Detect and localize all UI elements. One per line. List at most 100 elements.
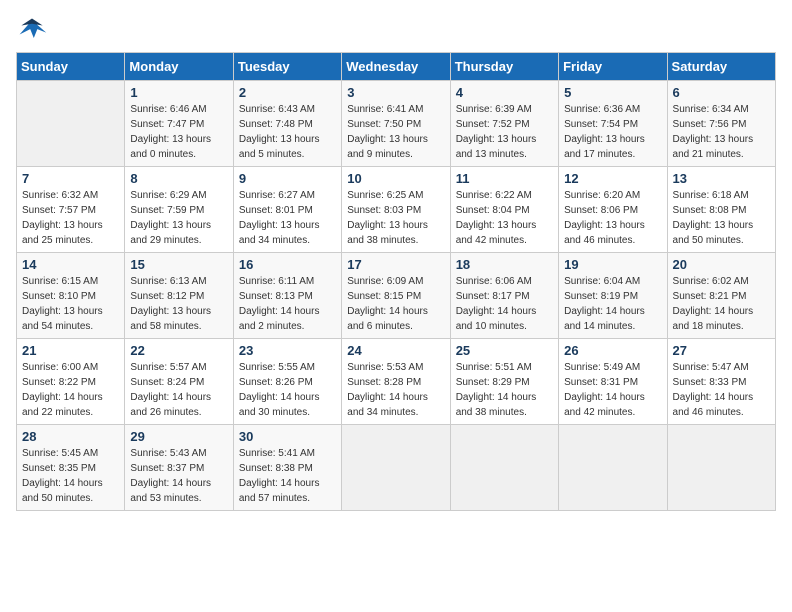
day-info: Sunrise: 5:53 AM Sunset: 8:28 PM Dayligh… (347, 360, 444, 420)
day-number: 30 (239, 429, 336, 444)
calendar-cell: 6 Sunrise: 6:34 AM Sunset: 7:56 PM Dayli… (667, 81, 775, 167)
day-number: 16 (239, 257, 336, 272)
day-info: Sunrise: 6:39 AM Sunset: 7:52 PM Dayligh… (456, 102, 553, 162)
week-row-2: 7 Sunrise: 6:32 AM Sunset: 7:57 PM Dayli… (17, 167, 776, 253)
logo (16, 16, 52, 44)
calendar-cell: 12 Sunrise: 6:20 AM Sunset: 8:06 PM Dayl… (559, 167, 667, 253)
day-number: 23 (239, 343, 336, 358)
day-info: Sunrise: 6:43 AM Sunset: 7:48 PM Dayligh… (239, 102, 336, 162)
dow-header-thursday: Thursday (450, 53, 558, 81)
week-row-1: 1 Sunrise: 6:46 AM Sunset: 7:47 PM Dayli… (17, 81, 776, 167)
day-info: Sunrise: 6:25 AM Sunset: 8:03 PM Dayligh… (347, 188, 444, 248)
calendar-cell: 7 Sunrise: 6:32 AM Sunset: 7:57 PM Dayli… (17, 167, 125, 253)
day-info: Sunrise: 6:04 AM Sunset: 8:19 PM Dayligh… (564, 274, 661, 334)
day-number: 8 (130, 171, 227, 186)
day-number: 4 (456, 85, 553, 100)
day-number: 24 (347, 343, 444, 358)
calendar-cell (450, 425, 558, 511)
day-info: Sunrise: 5:55 AM Sunset: 8:26 PM Dayligh… (239, 360, 336, 420)
calendar-cell: 1 Sunrise: 6:46 AM Sunset: 7:47 PM Dayli… (125, 81, 233, 167)
day-info: Sunrise: 6:46 AM Sunset: 7:47 PM Dayligh… (130, 102, 227, 162)
day-info: Sunrise: 6:15 AM Sunset: 8:10 PM Dayligh… (22, 274, 119, 334)
calendar-cell (667, 425, 775, 511)
day-number: 9 (239, 171, 336, 186)
day-number: 17 (347, 257, 444, 272)
day-number: 1 (130, 85, 227, 100)
calendar-cell: 20 Sunrise: 6:02 AM Sunset: 8:21 PM Dayl… (667, 253, 775, 339)
day-number: 22 (130, 343, 227, 358)
calendar-cell: 27 Sunrise: 5:47 AM Sunset: 8:33 PM Dayl… (667, 339, 775, 425)
day-info: Sunrise: 5:45 AM Sunset: 8:35 PM Dayligh… (22, 446, 119, 506)
day-number: 25 (456, 343, 553, 358)
day-info: Sunrise: 6:20 AM Sunset: 8:06 PM Dayligh… (564, 188, 661, 248)
day-info: Sunrise: 6:02 AM Sunset: 8:21 PM Dayligh… (673, 274, 770, 334)
day-info: Sunrise: 5:49 AM Sunset: 8:31 PM Dayligh… (564, 360, 661, 420)
calendar-cell: 18 Sunrise: 6:06 AM Sunset: 8:17 PM Dayl… (450, 253, 558, 339)
day-info: Sunrise: 6:11 AM Sunset: 8:13 PM Dayligh… (239, 274, 336, 334)
calendar-cell: 23 Sunrise: 5:55 AM Sunset: 8:26 PM Dayl… (233, 339, 341, 425)
day-number: 13 (673, 171, 770, 186)
day-number: 15 (130, 257, 227, 272)
dow-header-monday: Monday (125, 53, 233, 81)
calendar-cell: 9 Sunrise: 6:27 AM Sunset: 8:01 PM Dayli… (233, 167, 341, 253)
calendar-table: SundayMondayTuesdayWednesdayThursdayFrid… (16, 52, 776, 511)
dow-header-tuesday: Tuesday (233, 53, 341, 81)
day-info: Sunrise: 6:22 AM Sunset: 8:04 PM Dayligh… (456, 188, 553, 248)
calendar-cell: 22 Sunrise: 5:57 AM Sunset: 8:24 PM Dayl… (125, 339, 233, 425)
day-number: 2 (239, 85, 336, 100)
calendar-cell: 13 Sunrise: 6:18 AM Sunset: 8:08 PM Dayl… (667, 167, 775, 253)
calendar-cell (17, 81, 125, 167)
day-of-week-row: SundayMondayTuesdayWednesdayThursdayFrid… (17, 53, 776, 81)
day-info: Sunrise: 5:41 AM Sunset: 8:38 PM Dayligh… (239, 446, 336, 506)
calendar-cell: 21 Sunrise: 6:00 AM Sunset: 8:22 PM Dayl… (17, 339, 125, 425)
day-number: 5 (564, 85, 661, 100)
day-number: 26 (564, 343, 661, 358)
calendar-cell: 10 Sunrise: 6:25 AM Sunset: 8:03 PM Dayl… (342, 167, 450, 253)
day-number: 28 (22, 429, 119, 444)
calendar-cell: 16 Sunrise: 6:11 AM Sunset: 8:13 PM Dayl… (233, 253, 341, 339)
day-info: Sunrise: 6:09 AM Sunset: 8:15 PM Dayligh… (347, 274, 444, 334)
day-info: Sunrise: 6:06 AM Sunset: 8:17 PM Dayligh… (456, 274, 553, 334)
calendar-cell: 26 Sunrise: 5:49 AM Sunset: 8:31 PM Dayl… (559, 339, 667, 425)
calendar-cell: 4 Sunrise: 6:39 AM Sunset: 7:52 PM Dayli… (450, 81, 558, 167)
calendar-body: 1 Sunrise: 6:46 AM Sunset: 7:47 PM Dayli… (17, 81, 776, 511)
day-info: Sunrise: 6:00 AM Sunset: 8:22 PM Dayligh… (22, 360, 119, 420)
dow-header-saturday: Saturday (667, 53, 775, 81)
calendar-cell (559, 425, 667, 511)
dow-header-wednesday: Wednesday (342, 53, 450, 81)
day-number: 19 (564, 257, 661, 272)
calendar-cell: 17 Sunrise: 6:09 AM Sunset: 8:15 PM Dayl… (342, 253, 450, 339)
calendar-cell: 28 Sunrise: 5:45 AM Sunset: 8:35 PM Dayl… (17, 425, 125, 511)
day-info: Sunrise: 5:57 AM Sunset: 8:24 PM Dayligh… (130, 360, 227, 420)
calendar-cell: 24 Sunrise: 5:53 AM Sunset: 8:28 PM Dayl… (342, 339, 450, 425)
calendar-cell: 30 Sunrise: 5:41 AM Sunset: 8:38 PM Dayl… (233, 425, 341, 511)
day-number: 14 (22, 257, 119, 272)
dow-header-friday: Friday (559, 53, 667, 81)
day-info: Sunrise: 5:51 AM Sunset: 8:29 PM Dayligh… (456, 360, 553, 420)
day-number: 6 (673, 85, 770, 100)
day-info: Sunrise: 5:43 AM Sunset: 8:37 PM Dayligh… (130, 446, 227, 506)
day-number: 12 (564, 171, 661, 186)
calendar-cell: 29 Sunrise: 5:43 AM Sunset: 8:37 PM Dayl… (125, 425, 233, 511)
day-info: Sunrise: 6:27 AM Sunset: 8:01 PM Dayligh… (239, 188, 336, 248)
dow-header-sunday: Sunday (17, 53, 125, 81)
day-info: Sunrise: 6:41 AM Sunset: 7:50 PM Dayligh… (347, 102, 444, 162)
day-number: 27 (673, 343, 770, 358)
week-row-5: 28 Sunrise: 5:45 AM Sunset: 8:35 PM Dayl… (17, 425, 776, 511)
day-info: Sunrise: 6:29 AM Sunset: 7:59 PM Dayligh… (130, 188, 227, 248)
calendar-cell: 8 Sunrise: 6:29 AM Sunset: 7:59 PM Dayli… (125, 167, 233, 253)
calendar-cell: 11 Sunrise: 6:22 AM Sunset: 8:04 PM Dayl… (450, 167, 558, 253)
day-number: 7 (22, 171, 119, 186)
day-info: Sunrise: 6:36 AM Sunset: 7:54 PM Dayligh… (564, 102, 661, 162)
day-number: 29 (130, 429, 227, 444)
day-number: 11 (456, 171, 553, 186)
day-info: Sunrise: 6:18 AM Sunset: 8:08 PM Dayligh… (673, 188, 770, 248)
calendar-cell: 19 Sunrise: 6:04 AM Sunset: 8:19 PM Dayl… (559, 253, 667, 339)
day-info: Sunrise: 6:13 AM Sunset: 8:12 PM Dayligh… (130, 274, 227, 334)
calendar-cell (342, 425, 450, 511)
calendar-cell: 25 Sunrise: 5:51 AM Sunset: 8:29 PM Dayl… (450, 339, 558, 425)
day-number: 20 (673, 257, 770, 272)
day-info: Sunrise: 5:47 AM Sunset: 8:33 PM Dayligh… (673, 360, 770, 420)
week-row-3: 14 Sunrise: 6:15 AM Sunset: 8:10 PM Dayl… (17, 253, 776, 339)
day-number: 18 (456, 257, 553, 272)
